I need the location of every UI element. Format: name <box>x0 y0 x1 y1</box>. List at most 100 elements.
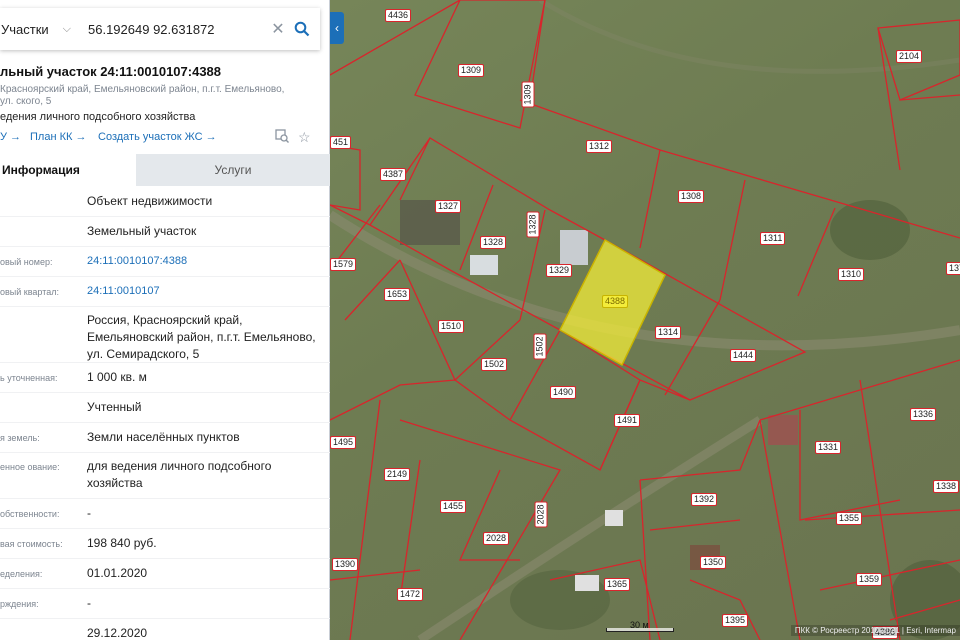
info-row: овый номер: 24:11:0010107:4388 <box>0 247 330 277</box>
plot-label[interactable]: 1502 <box>481 358 508 371</box>
plot-label[interactable]: 1312 <box>586 140 613 153</box>
info-row: ь уточненная: 1 000 кв. м <box>0 363 330 393</box>
info-row-value: 198 840 руб. <box>87 536 157 550</box>
plot-label[interactable]: 1455 <box>440 500 467 513</box>
plot-label[interactable]: 1444 <box>730 349 757 362</box>
plot-label[interactable]: 4387 <box>380 168 407 181</box>
tab-services[interactable]: Услуги <box>136 154 330 186</box>
info-row: овый квартал: 24:11:0010107 <box>0 277 330 307</box>
info-row: енное ование: для ведения личного подсобн… <box>0 453 330 499</box>
plot-label[interactable]: 4436 <box>385 9 412 22</box>
info-row: еделения: 01.01.2020 <box>0 559 330 589</box>
search-type-label: Участки <box>1 21 49 37</box>
info-row-value: Земли населённых пунктов <box>87 430 240 444</box>
info-row-label: я земель: <box>0 433 40 443</box>
plot-label[interactable]: 1510 <box>438 320 465 333</box>
info-row: Земельный участок <box>0 217 330 247</box>
plot-label[interactable]: 1359 <box>856 573 883 586</box>
plot-label[interactable]: 2149 <box>384 468 411 481</box>
info-row-value: 01.01.2020 <box>87 566 148 580</box>
object-title: льный участок 24:11:0010107:4388 <box>0 64 222 79</box>
info-row-label: рждения: <box>0 599 39 609</box>
search-icon <box>294 21 310 37</box>
plot-label[interactable]: 1653 <box>384 288 411 301</box>
tab-info[interactable]: Информация <box>0 154 136 186</box>
plot-label[interactable]: 1327 <box>435 200 462 213</box>
plot-label[interactable]: 1309 <box>521 81 535 108</box>
info-row-label: енное ование: <box>0 462 60 472</box>
plot-label[interactable]: 1390 <box>332 558 359 571</box>
tabs: Информация Услуги <box>0 154 330 186</box>
search-bar: Участки ⌵ ✕ <box>0 8 320 50</box>
star-icon[interactable]: ☆ <box>298 129 311 146</box>
plot-label[interactable]: 2028 <box>483 532 510 545</box>
plot-label[interactable]: 1395 <box>722 614 749 627</box>
search-button[interactable] <box>290 17 314 41</box>
plot-label[interactable]: 1338 <box>933 480 960 493</box>
plot-label[interactable]: 2104 <box>896 50 923 63</box>
search-input[interactable] <box>84 21 266 37</box>
info-row: Россия, Красноярский край, Емельяновский… <box>0 307 330 363</box>
plan-kk-link[interactable]: План КК → <box>30 131 86 143</box>
object-purpose: едения личного подсобного хозяйства <box>0 111 196 123</box>
info-row: обственности: - <box>0 499 330 529</box>
plot-label[interactable]: 1308 <box>678 190 705 203</box>
info-row-label: еделения: <box>0 569 43 579</box>
action-links: У → План КК → Создать участок ЖС → ☆ <box>0 129 330 147</box>
info-row: я земель: Земли населённых пунктов <box>0 423 330 453</box>
info-row-label: вая стоимость: <box>0 539 63 549</box>
plot-label[interactable]: 1392 <box>691 493 718 506</box>
plot-label[interactable]: 2028 <box>534 501 548 528</box>
info-row-value: 29.12.2020 <box>87 626 148 640</box>
selected-plot-label[interactable]: 4388 <box>602 295 629 308</box>
plot-label[interactable]: 1336 <box>910 408 937 421</box>
info-row-value: - <box>87 506 91 520</box>
object-address: Красноярский край, Емельяновский район, … <box>0 84 285 107</box>
plot-label[interactable]: 1328 <box>526 211 540 238</box>
info-row: 29.12.2020 <box>0 619 330 640</box>
link-first[interactable]: У → <box>0 131 21 143</box>
plot-label[interactable]: 1355 <box>836 512 863 525</box>
plot-label[interactable]: 1490 <box>550 386 577 399</box>
info-row: рждения: - <box>0 589 330 619</box>
info-row-label: ь уточненная: <box>0 373 58 383</box>
info-row: вая стоимость: 198 840 руб. <box>0 529 330 559</box>
create-plot-link[interactable]: Создать участок ЖС → <box>98 131 217 143</box>
plot-label[interactable]: 1365 <box>604 578 631 591</box>
plot-label[interactable]: 1502 <box>533 333 547 360</box>
info-row-value: Земельный участок <box>87 224 197 238</box>
plot-label[interactable]: 1328 <box>480 236 507 249</box>
plot-label[interactable]: 1495 <box>330 436 357 449</box>
plot-label[interactable]: 1309 <box>458 64 485 77</box>
plot-label[interactable]: 1350 <box>700 556 727 569</box>
info-row-value: 1 000 кв. м <box>87 370 147 384</box>
info-panel: Участки ⌵ ✕ ‹ льный участок 24:11:001010… <box>0 0 344 640</box>
plot-label[interactable]: 1314 <box>655 326 682 339</box>
info-row-value: Россия, Красноярский край, Емельяновский… <box>87 313 316 361</box>
info-row-value: Объект недвижимости <box>87 194 213 208</box>
plot-label[interactable]: 1329 <box>546 264 573 277</box>
plot-label[interactable]: 1491 <box>614 414 641 427</box>
chevron-down-icon: ⌵ <box>62 22 72 35</box>
plot-label[interactable]: 1311 <box>760 232 786 245</box>
plot-label[interactable]: 1310 <box>838 268 865 281</box>
zoom-to-icon[interactable] <box>275 129 289 146</box>
plot-label[interactable]: 1579 <box>330 258 357 271</box>
collapse-panel-button[interactable]: ‹ <box>330 12 344 44</box>
map-scale: 30 м <box>606 620 674 632</box>
info-row-value[interactable]: 24:11:0010107:4388 <box>87 253 317 270</box>
clear-icon[interactable]: ✕ <box>266 17 290 41</box>
plot-label[interactable]: 1331 <box>815 441 842 454</box>
map-attribution: ПКК © Росреестр 2010-2021 | Esri, Interm… <box>790 625 960 636</box>
plot-label[interactable]: 1472 <box>397 588 424 601</box>
plot-label[interactable]: 451 <box>330 136 352 149</box>
info-row-value: Учтенный <box>87 400 142 414</box>
info-row-value[interactable]: 24:11:0010107 <box>87 283 317 300</box>
info-row-label: овый квартал: <box>0 287 59 297</box>
info-row-value: для ведения личного подсобного хозяйства <box>87 459 272 490</box>
search-type-select[interactable]: Участки ⌵ <box>0 8 84 50</box>
info-row-label: обственности: <box>0 509 60 519</box>
info-row-label: овый номер: <box>0 257 53 267</box>
info-table: Объект недвижимости Земельный участок овый… <box>0 187 330 640</box>
plot-label[interactable]: 137 <box>946 262 960 275</box>
